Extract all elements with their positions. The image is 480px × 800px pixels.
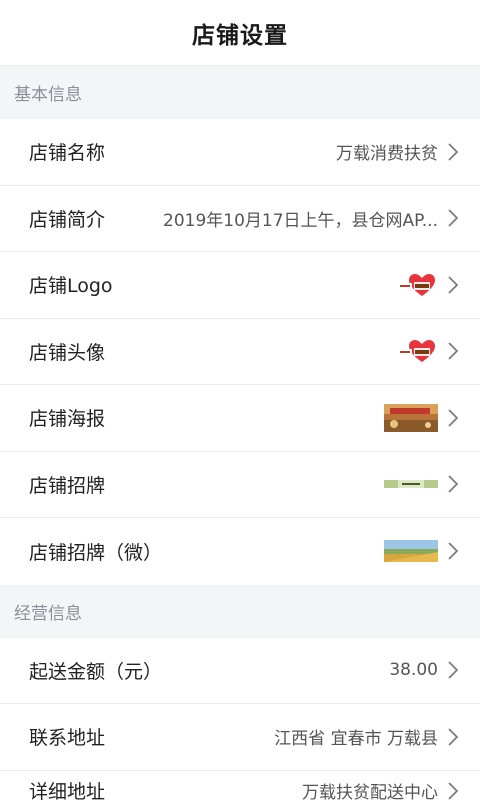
row-label: 店铺招牌（微） — [29, 541, 163, 564]
row-shop-avatar[interactable]: 店铺头像 — [0, 318, 480, 385]
row-label: 店铺海报 — [29, 408, 106, 431]
row-contact-address[interactable]: 联系地址 江西省 宜春市 万载县 — [0, 704, 480, 771]
row-detailed-address[interactable]: 详细地址 万载扶贫配送中心 — [0, 770, 480, 800]
chevron-right-icon — [448, 409, 459, 427]
row-label: 联系地址 — [29, 727, 106, 750]
min-order-amount-value: 38.00 — [389, 660, 438, 681]
shop-signboard-thumbnail[interactable] — [384, 480, 438, 489]
shop-signboard-mini-thumbnail[interactable] — [384, 540, 438, 563]
shop-name-value: 万载消费扶贫 — [336, 144, 438, 165]
chevron-right-icon — [448, 728, 459, 746]
row-shop-name[interactable]: 店铺名称 万载消费扶贫 — [0, 119, 480, 186]
detailed-address-value: 万载扶贫配送中心 — [302, 783, 438, 800]
chevron-right-icon — [448, 342, 459, 360]
row-label: 起送金额（元） — [29, 660, 163, 683]
chevron-right-icon — [448, 475, 459, 493]
chevron-right-icon — [448, 781, 459, 800]
chevron-right-icon — [448, 209, 459, 227]
row-label: 店铺招牌 — [29, 474, 106, 497]
contact-address-value: 江西省 宜春市 万载县 — [274, 729, 438, 750]
business-info-list: 起送金额（元） 38.00 联系地址 江西省 宜春市 万载县 详细地址 万载扶贫… — [0, 637, 480, 800]
page-title: 店铺设置 — [192, 22, 288, 49]
row-shop-logo[interactable]: 店铺Logo — [0, 252, 480, 319]
section-header-business-info: 经营信息 — [0, 584, 480, 638]
row-label: 详细地址 — [29, 781, 106, 800]
row-min-order-amount[interactable]: 起送金额（元） 38.00 — [0, 637, 480, 704]
chevron-right-icon — [448, 542, 459, 560]
app-header: 店铺设置 — [0, 0, 480, 66]
shop-intro-value: 2019年10月17日上午，县仓网AP... — [163, 210, 438, 231]
section-header-basic-info: 基本信息 — [0, 66, 480, 119]
row-shop-signboard[interactable]: 店铺招牌 — [0, 451, 480, 518]
row-shop-intro[interactable]: 店铺简介 2019年10月17日上午，县仓网AP... — [0, 185, 480, 252]
basic-info-list: 店铺名称 万载消费扶贫 店铺简介 2019年10月17日上午，县仓网AP... … — [0, 119, 480, 585]
chevron-right-icon — [448, 276, 459, 294]
row-label: 店铺简介 — [29, 208, 106, 231]
shop-avatar-thumbnail[interactable] — [398, 338, 438, 364]
shop-logo-thumbnail[interactable] — [398, 272, 438, 298]
chevron-right-icon — [448, 143, 459, 161]
row-shop-signboard-mini[interactable]: 店铺招牌（微） — [0, 518, 480, 585]
shop-poster-thumbnail[interactable] — [384, 403, 438, 432]
row-label: 店铺Logo — [29, 275, 113, 298]
row-label: 店铺头像 — [29, 341, 106, 364]
row-label: 店铺名称 — [29, 142, 106, 165]
row-shop-poster[interactable]: 店铺海报 — [0, 385, 480, 452]
chevron-right-icon — [448, 661, 459, 679]
